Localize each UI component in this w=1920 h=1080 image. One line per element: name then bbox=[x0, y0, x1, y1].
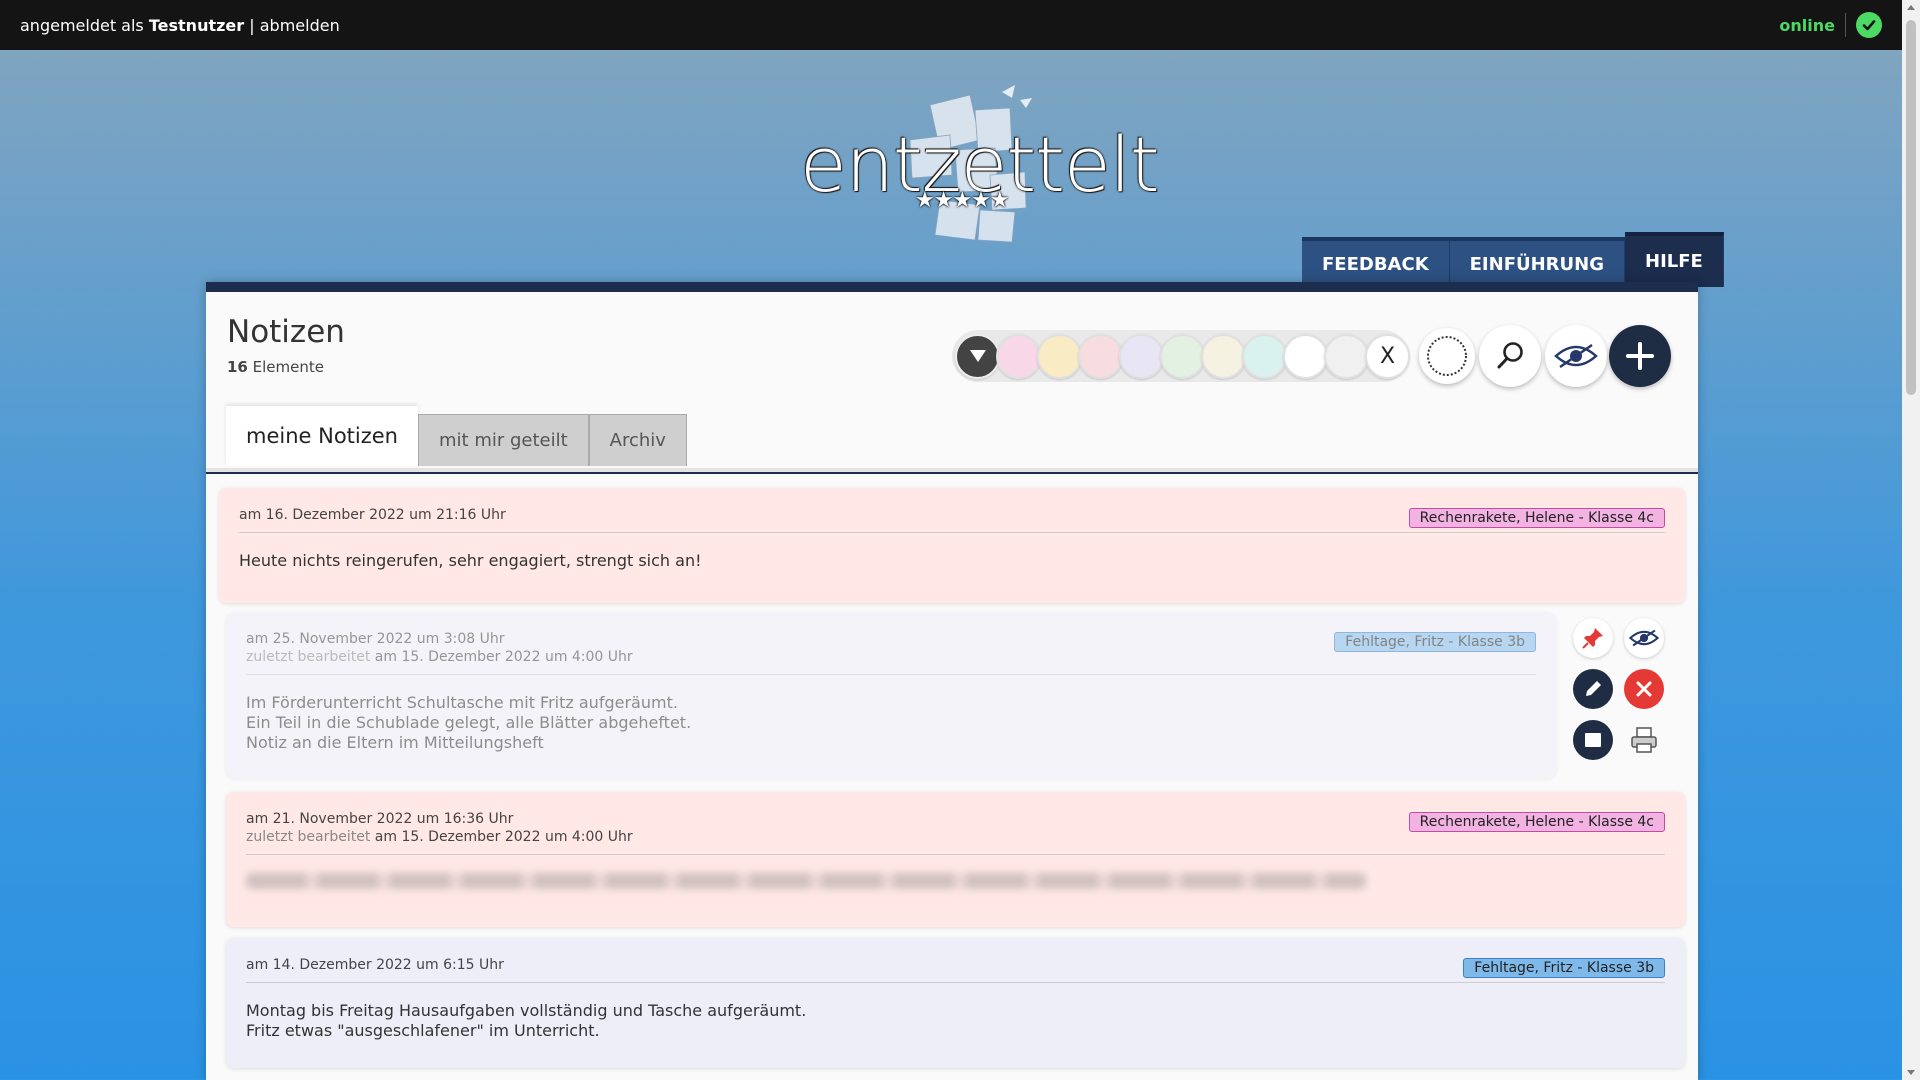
color-filter-bar: X bbox=[952, 330, 1410, 382]
note-date: am 14. Dezember 2022 um 6:15 Uhr bbox=[246, 957, 504, 973]
delete-button[interactable] bbox=[1624, 669, 1664, 709]
note-line: Ein Teil in die Schublade gelegt, alle B… bbox=[246, 713, 692, 732]
login-separator: | bbox=[249, 15, 255, 35]
status-divider bbox=[1845, 13, 1846, 37]
search-icon bbox=[1497, 342, 1523, 369]
note-line: Notiz an die Eltern im Mitteilungsheft bbox=[246, 733, 544, 752]
nav-einfuehrung[interactable]: EINFÜHRUNG bbox=[1449, 237, 1625, 287]
pin-icon bbox=[1582, 628, 1603, 649]
main-panel: Notizen 16 Elemente X meine Notizen mit … bbox=[206, 282, 1698, 1080]
pencil-icon bbox=[1586, 681, 1601, 696]
note-line: Fritz etwas "ausgeschlafener" im Unterri… bbox=[246, 1021, 600, 1040]
note-line: Heute nichts reingerufen, sehr engagiert… bbox=[239, 551, 702, 570]
note-body: Im Förderunterricht Schultasche mit Frit… bbox=[246, 693, 1536, 753]
blurred-note-body bbox=[246, 873, 1366, 889]
scroll-down-arrow-icon[interactable] bbox=[1907, 1070, 1915, 1075]
note-divider bbox=[246, 982, 1665, 983]
top-navigation: FEEDBACK EINFÜHRUNG HILFE bbox=[1302, 232, 1724, 287]
add-note-button[interactable] bbox=[1609, 325, 1671, 387]
tab-archiv[interactable]: Archiv bbox=[588, 414, 687, 466]
color-swatch-lavender[interactable] bbox=[1119, 333, 1164, 379]
pin-button[interactable] bbox=[1573, 618, 1613, 658]
scroll-thumb[interactable] bbox=[1906, 20, 1916, 395]
clear-color-filter-button[interactable]: X bbox=[1365, 333, 1410, 379]
tab-meine-notizen[interactable]: meine Notizen bbox=[226, 406, 418, 466]
logo-stars: ★★★★★ bbox=[915, 188, 1010, 213]
note-body: Heute nichts reingerufen, sehr engagiert… bbox=[239, 551, 1665, 571]
note-tag[interactable]: Rechenrakete, Helene - Klasse 4c bbox=[1408, 508, 1665, 528]
note-divider bbox=[239, 532, 1665, 533]
filter-dropdown-icon[interactable] bbox=[955, 333, 1000, 379]
circle-outline-icon bbox=[1427, 336, 1467, 376]
check-icon bbox=[1856, 12, 1882, 38]
login-prefix: angemeldet als bbox=[20, 15, 144, 35]
archive-button[interactable] bbox=[1573, 720, 1613, 760]
printer-icon bbox=[1631, 727, 1657, 753]
note-line: Montag bis Freitag Hausaufgaben vollstän… bbox=[246, 1001, 807, 1020]
note-edited-date: am 15. Dezember 2022 um 4:00 Uhr bbox=[374, 829, 633, 845]
hide-button[interactable] bbox=[1545, 325, 1607, 387]
plus-icon bbox=[1626, 342, 1654, 370]
print-button[interactable] bbox=[1624, 720, 1664, 760]
note-actions bbox=[1571, 618, 1681, 778]
online-label: online bbox=[1779, 15, 1835, 35]
item-count-number: 16 bbox=[227, 358, 248, 376]
color-swatch-gray[interactable] bbox=[1324, 333, 1369, 379]
color-swatch-mint[interactable] bbox=[1242, 333, 1287, 379]
hide-icon bbox=[1554, 343, 1598, 369]
hide-note-button[interactable] bbox=[1624, 618, 1664, 658]
connection-status: online bbox=[1779, 12, 1882, 38]
note-edited-prefix: zuletzt bearbeitet bbox=[246, 829, 371, 845]
nav-feedback[interactable]: FEEDBACK bbox=[1302, 237, 1450, 287]
tab-mit-mir-geteilt[interactable]: mit mir geteilt bbox=[418, 414, 589, 466]
item-count-label: Elemente bbox=[252, 358, 324, 376]
note-line: Im Förderunterricht Schultasche mit Frit… bbox=[246, 693, 678, 712]
note-divider bbox=[246, 674, 1536, 675]
note-card[interactable]: am 14. Dezember 2022 um 6:15 Uhr Montag … bbox=[226, 938, 1685, 1068]
close-icon bbox=[1636, 681, 1652, 697]
item-count: 16 Elemente bbox=[227, 358, 324, 376]
note-edited-prefix: zuletzt bearbeitet bbox=[246, 649, 371, 665]
scroll-up-arrow-icon[interactable] bbox=[1907, 5, 1915, 10]
note-tag[interactable]: Fehltage, Fritz - Klasse 3b bbox=[1334, 632, 1536, 652]
edit-button[interactable] bbox=[1573, 669, 1613, 709]
page-title: Notizen bbox=[227, 314, 345, 350]
hide-icon bbox=[1629, 629, 1659, 647]
note-edited-date: am 15. Dezember 2022 um 4:00 Uhr bbox=[374, 649, 633, 665]
color-swatch-pink[interactable] bbox=[996, 333, 1041, 379]
tab-underline bbox=[206, 468, 1698, 474]
color-swatch-cream[interactable] bbox=[1201, 333, 1246, 379]
login-info: angemeldet als Testnutzer | abmelden bbox=[20, 16, 340, 35]
nav-hilfe[interactable]: HILFE bbox=[1625, 232, 1724, 287]
note-divider bbox=[246, 854, 1665, 855]
note-tag[interactable]: Rechenrakete, Helene - Klasse 4c bbox=[1408, 812, 1665, 832]
page-scrollbar[interactable] bbox=[1902, 0, 1920, 1080]
note-card[interactable]: am 25. November 2022 um 3:08 Uhr zuletzt… bbox=[226, 612, 1556, 778]
note-card[interactable]: am 21. November 2022 um 16:36 Uhr zuletz… bbox=[226, 792, 1685, 927]
folder-icon bbox=[1585, 733, 1601, 747]
username: Testnutzer bbox=[148, 15, 245, 35]
color-swatch-yellow[interactable] bbox=[1037, 333, 1082, 379]
circle-outline-button[interactable] bbox=[1419, 328, 1475, 384]
app-logo: entzettelt ★★★★★ bbox=[780, 80, 1160, 250]
color-swatch-green[interactable] bbox=[1160, 333, 1205, 379]
search-button[interactable] bbox=[1479, 325, 1541, 387]
note-tag[interactable]: Fehltage, Fritz - Klasse 3b bbox=[1463, 958, 1665, 978]
toolbar: X bbox=[952, 316, 1671, 396]
logout-link[interactable]: abmelden bbox=[260, 16, 340, 35]
tab-bar: meine Notizen mit mir geteilt Archiv bbox=[226, 406, 687, 466]
note-body: Montag bis Freitag Hausaufgaben vollstän… bbox=[246, 1001, 1665, 1041]
top-bar: angemeldet als Testnutzer | abmelden onl… bbox=[0, 0, 1902, 50]
color-swatch-white[interactable] bbox=[1283, 333, 1328, 379]
note-card[interactable]: am 16. Dezember 2022 um 21:16 Uhr Heute … bbox=[219, 488, 1685, 603]
color-swatch-rose[interactable] bbox=[1078, 333, 1123, 379]
